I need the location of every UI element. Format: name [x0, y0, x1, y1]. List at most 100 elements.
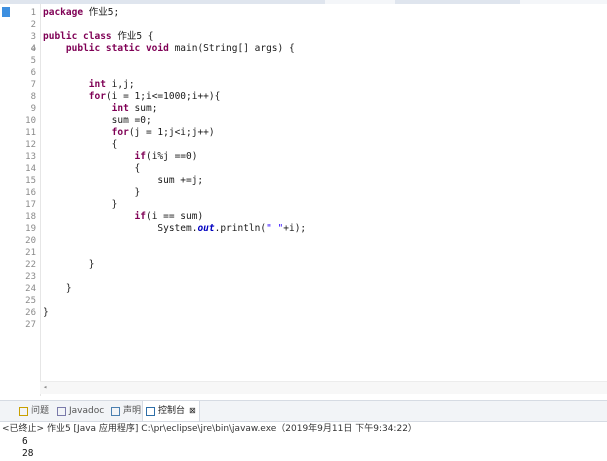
code-line[interactable]: package 作业5;: [43, 7, 119, 19]
line-number: 18: [25, 212, 36, 222]
line-number: 9: [30, 104, 36, 114]
code-text: (i%j ==0): [145, 151, 198, 162]
tab-problems[interactable]: 问题: [16, 401, 52, 421]
close-icon[interactable]: ⊠: [189, 401, 196, 421]
code-text: .println(: [214, 223, 267, 234]
tab-label: 控制台: [158, 406, 186, 416]
tab-label: 问题: [31, 406, 50, 416]
code-text: i,j;: [105, 79, 135, 90]
code-keyword: for: [88, 91, 106, 102]
code-text: sum;: [128, 103, 158, 114]
code-line[interactable]: sum =0;: [43, 115, 152, 127]
javadoc-icon: [57, 406, 66, 416]
code-line[interactable]: }: [43, 283, 72, 295]
line-number: 12: [25, 140, 36, 150]
tab-declaration[interactable]: 声明: [108, 401, 144, 421]
code-text: (i == sum): [145, 211, 204, 222]
line-number: 11: [25, 128, 36, 138]
code-line[interactable]: for(i = 1;i<=1000;i++){: [43, 91, 221, 103]
console-output-line: 28: [22, 448, 34, 459]
bottom-panel-tabs: 问题 Javadoc 声明 控制台 ⊠: [0, 400, 607, 422]
problems-icon: [19, 406, 28, 416]
code-keyword: public static void: [65, 43, 169, 54]
code-keyword: for: [111, 127, 129, 138]
line-number: 13: [25, 152, 36, 162]
code-keyword: int: [88, 79, 106, 90]
code-keyword: if: [134, 151, 146, 162]
horizontal-scrollbar[interactable]: ◂: [40, 381, 607, 394]
line-number: 22: [25, 260, 36, 270]
line-number: 26: [25, 308, 36, 318]
code-line[interactable]: sum +=j;: [43, 175, 203, 187]
console-icon: [146, 406, 155, 416]
line-number: 2: [30, 20, 36, 30]
line-number: 16: [25, 188, 36, 198]
line-number: 7: [30, 80, 36, 90]
line-number: 25: [25, 296, 36, 306]
code-text: (i = 1;i<=1000;i++){: [105, 91, 221, 102]
code-line[interactable]: int sum;: [43, 103, 158, 115]
code-text: 作业5;: [83, 7, 120, 18]
code-line[interactable]: public class 作业5 {: [43, 31, 154, 43]
line-number: 6: [30, 68, 36, 78]
code-text: }: [43, 307, 49, 318]
code-text: }: [43, 187, 141, 198]
code-text: sum =0;: [43, 115, 152, 126]
code-keyword: public class: [43, 31, 112, 42]
bookmark-icon: [2, 7, 10, 17]
line-number: 27: [25, 320, 36, 330]
code-line[interactable]: }: [43, 187, 141, 199]
line-number-gutter: 1 2 3 4 5 6 7 8 9 10 11 12 13 14 15 16 17 18 19 20 21 22 23 24 2…: [0, 4, 41, 396]
code-text: (j = 1;j<i;j++): [128, 127, 215, 138]
code-line[interactable]: if(i%j ==0): [43, 151, 198, 163]
tab-label: 声明: [123, 406, 142, 416]
code-field: out: [197, 223, 215, 234]
code-text: 作业5 {: [111, 31, 154, 42]
line-number: 14: [25, 164, 36, 174]
code-keyword: package: [43, 7, 84, 18]
line-number: 3: [30, 32, 36, 42]
code-text: +i);: [283, 223, 307, 234]
console-header: <已终止> 作业5 [Java 应用程序] C:\pr\eclipse\jre\…: [2, 424, 417, 434]
code-line[interactable]: for(j = 1;j<i;j++): [43, 127, 215, 139]
line-number: 15: [25, 176, 36, 186]
tab-console[interactable]: 控制台 ⊠: [142, 401, 200, 421]
code-line[interactable]: {: [43, 139, 118, 151]
line-number: 17: [25, 200, 36, 210]
code-line[interactable]: System.out.println(" "+i);: [43, 223, 306, 235]
line-number: 19: [25, 224, 36, 234]
line-number: 1: [30, 8, 36, 18]
code-line[interactable]: {: [43, 163, 141, 175]
line-number: 20: [25, 236, 36, 246]
code-text: System.: [43, 223, 198, 234]
scroll-left-icon[interactable]: ◂: [43, 383, 47, 391]
code-line[interactable]: if(i == sum): [43, 211, 204, 223]
code-text: }: [43, 199, 118, 210]
console-output-line: 6: [22, 436, 28, 447]
code-text: main(String[] args) {: [168, 43, 295, 54]
line-number: 5: [30, 56, 36, 66]
code-keyword: if: [134, 211, 146, 222]
fold-toggle-icon[interactable]: ⊖: [31, 43, 36, 55]
declaration-icon: [111, 406, 120, 416]
line-number: 21: [25, 248, 36, 258]
code-line[interactable]: int i,j;: [43, 79, 135, 91]
line-number: 24: [25, 284, 36, 294]
code-text: }: [43, 283, 72, 294]
code-line[interactable]: }: [43, 307, 49, 319]
line-number: 23: [25, 272, 36, 282]
code-line[interactable]: public static void main(String[] args) {: [43, 43, 295, 55]
code-string: " ": [266, 223, 284, 234]
line-number: 8: [30, 92, 36, 102]
code-editor[interactable]: 1 2 3 4 5 6 7 8 9 10 11 12 13 14 15 16 17 18 19 20 21 22 23 24 2…: [0, 4, 607, 396]
tab-javadoc[interactable]: Javadoc: [54, 401, 107, 421]
code-line[interactable]: }: [43, 259, 95, 271]
code-line[interactable]: }: [43, 199, 118, 211]
